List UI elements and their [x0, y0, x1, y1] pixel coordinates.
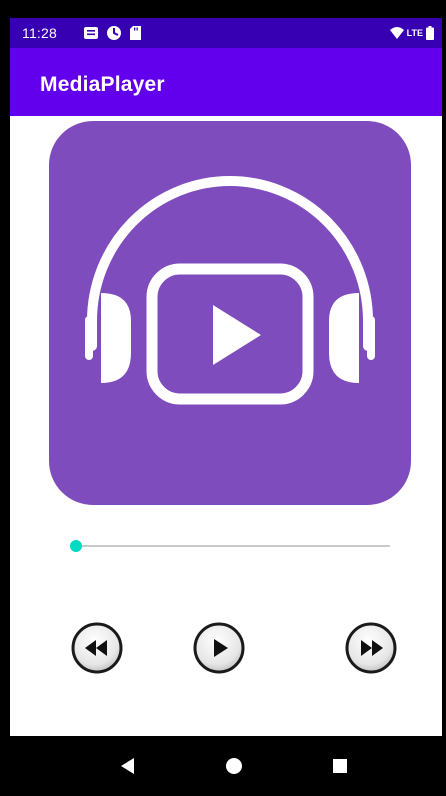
fast-forward-button[interactable]	[345, 622, 397, 674]
device-frame: 11:28 LTE MediaPlayer	[0, 0, 446, 796]
phone-screen: 11:28 LTE MediaPlayer	[10, 18, 442, 796]
rewind-button[interactable]	[71, 622, 123, 674]
status-system-icons: LTE	[389, 26, 434, 40]
rewind-icon	[71, 622, 123, 674]
nav-home-button[interactable]	[214, 748, 254, 784]
wifi-icon	[389, 27, 404, 39]
play-button[interactable]	[193, 622, 245, 674]
battery-icon	[426, 26, 434, 40]
seek-thumb[interactable]	[70, 540, 82, 552]
seek-bar[interactable]	[70, 536, 390, 556]
album-art	[49, 121, 411, 505]
status-time: 11:28	[22, 25, 57, 41]
app-title: MediaPlayer	[40, 73, 165, 96]
network-type-label: LTE	[406, 28, 423, 38]
sd-card-icon	[130, 26, 141, 40]
seek-track[interactable]	[76, 545, 390, 547]
nav-recents-button[interactable]	[320, 748, 360, 784]
play-icon	[193, 622, 245, 674]
headphones-play-icon	[85, 176, 375, 405]
app-bar: MediaPlayer	[10, 48, 442, 116]
nav-back-button[interactable]	[108, 748, 148, 784]
notification-icon	[84, 27, 98, 39]
status-notification-icons	[84, 26, 141, 40]
back-icon	[121, 758, 134, 774]
status-bar: 11:28 LTE	[10, 18, 442, 48]
home-icon	[226, 758, 242, 774]
navigation-bar	[10, 736, 442, 796]
recents-icon	[333, 759, 347, 773]
fast-forward-icon	[345, 622, 397, 674]
sync-icon	[107, 26, 121, 40]
